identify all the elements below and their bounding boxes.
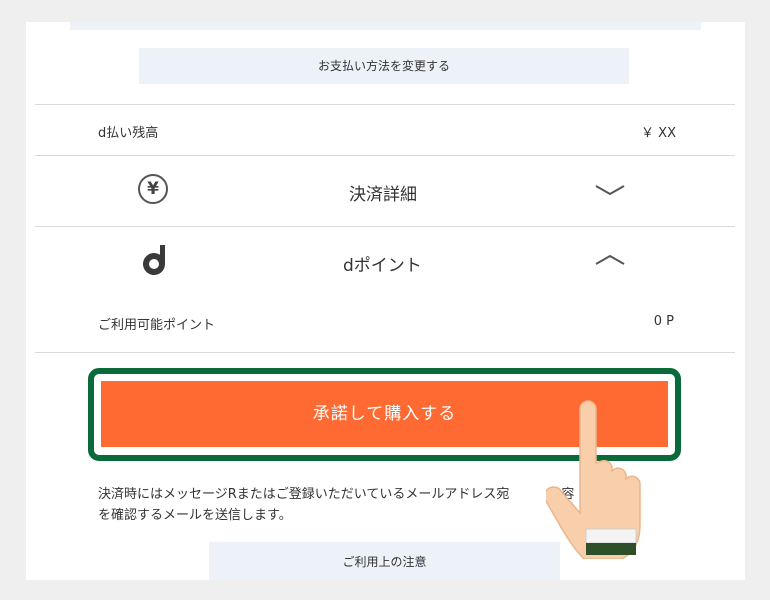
chevron-up-icon[interactable] bbox=[594, 253, 626, 267]
available-points-label: ご利用可能ポイント bbox=[98, 318, 216, 333]
top-strip bbox=[70, 22, 701, 30]
divider bbox=[35, 352, 735, 353]
balance-label: d払い残高 bbox=[98, 126, 159, 141]
available-points-value: 0 P bbox=[653, 314, 674, 329]
pointing-hand-icon bbox=[546, 400, 641, 559]
usage-notes-button[interactable]: ご利用上の注意 bbox=[209, 542, 560, 580]
yen-circle-icon: ¥ bbox=[138, 174, 168, 204]
balance-value: ￥ XX bbox=[641, 126, 676, 141]
dpoint-title: dポイント bbox=[343, 256, 422, 276]
divider bbox=[35, 104, 735, 105]
change-payment-method-button[interactable]: お支払い方法を変更する bbox=[139, 48, 629, 84]
settlement-details-title: 決済詳細 bbox=[349, 185, 417, 205]
chevron-down-icon[interactable] bbox=[594, 183, 626, 197]
d-logo-icon bbox=[143, 245, 165, 275]
